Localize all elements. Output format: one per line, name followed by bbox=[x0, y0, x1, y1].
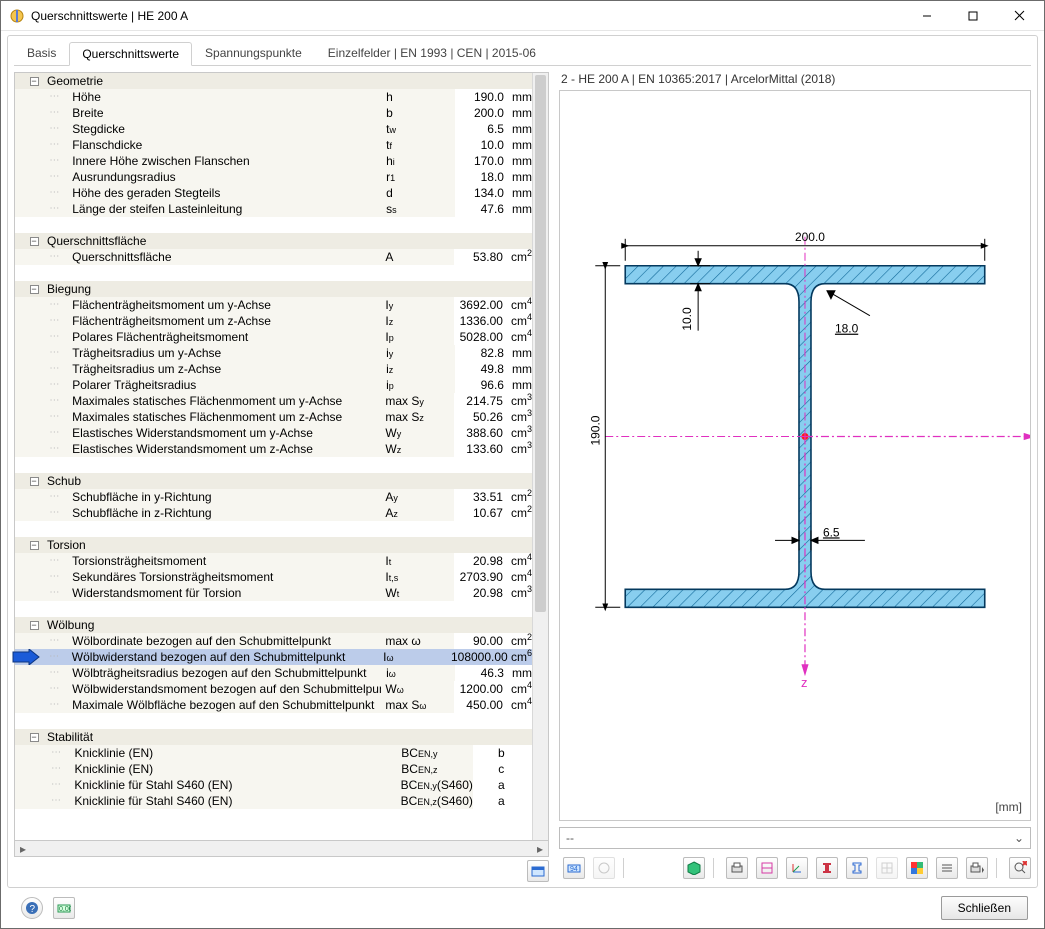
dim-tw: 6.5 bbox=[823, 525, 840, 539]
dims-button[interactable] bbox=[756, 857, 778, 879]
print-menu-button[interactable] bbox=[966, 857, 988, 879]
svg-text:?: ? bbox=[30, 904, 36, 915]
property-row[interactable]: Polarer Trägheitsradiusip96.6mm bbox=[15, 377, 532, 393]
tab-querschnittswerte[interactable]: Querschnittswerte bbox=[69, 42, 192, 66]
property-row[interactable]: Wölbordinate bezogen auf den Schubmittel… bbox=[15, 633, 532, 649]
window: Querschnittswerte | HE 200 A Basis Quers… bbox=[0, 0, 1045, 929]
close-dialog-label: Schließen bbox=[958, 901, 1011, 915]
properties-pane: −GeometrieHöheh190.0mmBreiteb200.0mmSteg… bbox=[14, 72, 549, 881]
property-row[interactable]: Flanschdicketf10.0mm bbox=[15, 137, 532, 153]
property-row[interactable]: Höheh190.0mm bbox=[15, 89, 532, 105]
property-row[interactable]: Polares FlächenträgheitsmomentIp5028.00c… bbox=[15, 329, 532, 345]
export-button[interactable] bbox=[527, 860, 549, 882]
axis-z-label: z bbox=[801, 675, 807, 690]
values-toggle-button[interactable]: 94 bbox=[563, 857, 585, 879]
section-header[interactable]: −Schub bbox=[15, 473, 532, 489]
result-selector[interactable]: -- ⌄ bbox=[559, 827, 1031, 849]
view-iso-button[interactable] bbox=[683, 857, 705, 879]
property-row[interactable]: Ausrundungsradiusr118.0mm bbox=[15, 169, 532, 185]
property-row[interactable]: Knicklinie (EN)BCEN,zc bbox=[15, 761, 532, 777]
print-button[interactable] bbox=[726, 857, 748, 879]
dialog-footer: ? 0,00 Schließen bbox=[7, 888, 1038, 928]
preview-pane: 2 - HE 200 A | EN 10365:2017 | ArcelorMi… bbox=[559, 72, 1031, 881]
property-row[interactable]: Trägheitsradius um z-Achseiz49.8mm bbox=[15, 361, 532, 377]
property-row[interactable]: Breiteb200.0mm bbox=[15, 105, 532, 121]
property-row[interactable]: Wölbträgheitsradius bezogen auf den Schu… bbox=[15, 665, 532, 681]
dim-height: 190.0 bbox=[588, 415, 602, 445]
property-row[interactable]: Knicklinie für Stahl S460 (EN)BCEN,z (S4… bbox=[15, 793, 532, 809]
section-header[interactable]: −Torsion bbox=[15, 537, 532, 553]
property-row[interactable]: Maximales statisches Flächenmoment um z-… bbox=[15, 409, 532, 425]
section-header[interactable]: −Geometrie bbox=[15, 73, 532, 89]
property-row[interactable]: Flächenträgheitsmoment um z-AchseIz1336.… bbox=[15, 313, 532, 329]
svg-text:94: 94 bbox=[570, 866, 578, 873]
section-fill-button[interactable] bbox=[816, 857, 838, 879]
viewer-toolbar: 94 bbox=[559, 855, 1031, 881]
section-header[interactable]: −Biegung bbox=[15, 281, 532, 297]
reset-view-button[interactable] bbox=[1009, 857, 1031, 879]
property-row[interactable]: Maximale Wölbfläche bezogen auf den Schu… bbox=[15, 697, 532, 713]
property-row[interactable]: Knicklinie (EN)BCEN,yb bbox=[15, 745, 532, 761]
property-row[interactable]: Schubfläche in y-RichtungAy33.51cm2 bbox=[15, 489, 532, 505]
property-row[interactable]: Sekundäres TorsionsträgheitsmomentIt,s27… bbox=[15, 569, 532, 585]
app-icon bbox=[9, 8, 25, 24]
section-header[interactable]: −Stabilität bbox=[15, 729, 532, 745]
property-row[interactable]: Schubfläche in z-RichtungAz10.67cm2 bbox=[15, 505, 532, 521]
tab-bar: Basis Querschnittswerte Spannungspunkte … bbox=[14, 42, 1031, 66]
list-button[interactable] bbox=[936, 857, 958, 879]
units-button[interactable]: 0,00 bbox=[53, 897, 75, 919]
chevron-down-icon: ⌄ bbox=[1014, 831, 1024, 845]
colors-button[interactable] bbox=[906, 857, 928, 879]
dim-r: 18.0 bbox=[835, 322, 859, 336]
property-row[interactable]: TorsionsträgheitsmomentIt20.98cm4 bbox=[15, 553, 532, 569]
property-row[interactable]: Wölbwiderstandsmoment bezogen auf den Sc… bbox=[15, 681, 532, 697]
property-row[interactable]: Trägheitsradius um y-Achseiy82.8mm bbox=[15, 345, 532, 361]
help-button[interactable]: ? bbox=[21, 897, 43, 919]
dim-width: 200.0 bbox=[795, 230, 825, 244]
close-button[interactable] bbox=[996, 2, 1042, 30]
preview-title: 2 - HE 200 A | EN 10365:2017 | ArcelorMi… bbox=[559, 72, 1031, 90]
dim-tf: 10.0 bbox=[680, 307, 694, 331]
axes-button[interactable] bbox=[786, 857, 808, 879]
section-header[interactable]: −Querschnittsfläche bbox=[15, 233, 532, 249]
viewer-unit-label: [mm] bbox=[995, 800, 1022, 814]
section-outline-button[interactable] bbox=[846, 857, 868, 879]
property-row[interactable]: Höhe des geraden Stegteilsd134.0mm bbox=[15, 185, 532, 201]
property-row[interactable]: QuerschnittsflächeA53.80cm2 bbox=[15, 249, 532, 265]
property-row[interactable]: Länge der steifen Lasteinleitungss47.6mm bbox=[15, 201, 532, 217]
vertical-scrollbar[interactable] bbox=[532, 73, 548, 840]
stress-point-button[interactable] bbox=[593, 857, 615, 879]
result-selector-value: -- bbox=[566, 831, 574, 845]
tab-einzelfelder[interactable]: Einzelfelder | EN 1993 | CEN | 2015-06 bbox=[315, 41, 549, 65]
tab-spannungspunkte[interactable]: Spannungspunkte bbox=[192, 41, 315, 65]
property-row[interactable]: Wölbwiderstand bezogen auf den Schubmitt… bbox=[15, 649, 532, 665]
property-row[interactable]: Elastisches Widerstandsmoment um y-Achse… bbox=[15, 425, 532, 441]
property-row[interactable]: Widerstandsmoment für TorsionWt20.98cm3 bbox=[15, 585, 532, 601]
section-viewer[interactable]: y z 200.0 bbox=[559, 90, 1031, 821]
property-row[interactable]: Stegdicketw6.5mm bbox=[15, 121, 532, 137]
titlebar: Querschnittswerte | HE 200 A bbox=[1, 1, 1044, 31]
property-row[interactable]: Flächenträgheitsmoment um y-AchseIy3692.… bbox=[15, 297, 532, 313]
window-title: Querschnittswerte | HE 200 A bbox=[31, 9, 904, 23]
section-header[interactable]: −Wölbung bbox=[15, 617, 532, 633]
property-row[interactable]: Elastisches Widerstandsmoment um z-Achse… bbox=[15, 441, 532, 457]
close-dialog-button[interactable]: Schließen bbox=[941, 896, 1028, 920]
grid-button[interactable] bbox=[876, 857, 898, 879]
property-row[interactable]: Innere Höhe zwischen Flanschenhi170.0mm bbox=[15, 153, 532, 169]
horizontal-scrollbar[interactable]: ▸▸ bbox=[14, 841, 549, 857]
properties-grid[interactable]: −GeometrieHöheh190.0mmBreiteb200.0mmSteg… bbox=[15, 73, 532, 840]
maximize-button[interactable] bbox=[950, 2, 996, 30]
tab-basis[interactable]: Basis bbox=[14, 41, 69, 65]
property-row[interactable]: Knicklinie für Stahl S460 (EN)BCEN,y (S4… bbox=[15, 777, 532, 793]
minimize-button[interactable] bbox=[904, 2, 950, 30]
svg-text:0,00: 0,00 bbox=[59, 906, 71, 913]
property-row[interactable]: Maximales statisches Flächenmoment um y-… bbox=[15, 393, 532, 409]
